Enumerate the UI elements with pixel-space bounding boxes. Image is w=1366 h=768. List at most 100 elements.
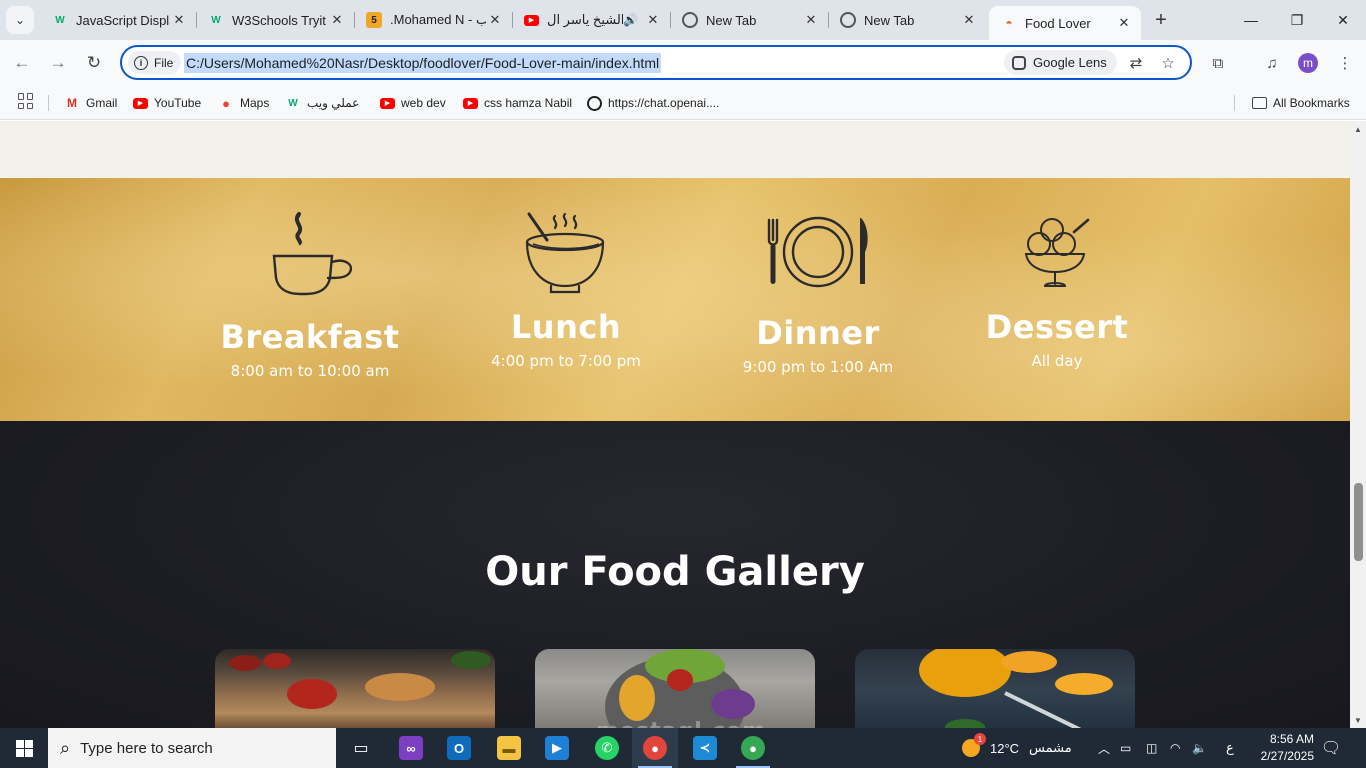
scroll-up-icon[interactable]: ▲ bbox=[1350, 121, 1366, 137]
html5-icon: 5 bbox=[366, 12, 382, 28]
gallery-title: Our Food Gallery bbox=[485, 549, 865, 595]
bookmark-gmail[interactable]: M Gmail bbox=[64, 92, 117, 114]
volume-icon[interactable]: 🔈 bbox=[1192, 728, 1207, 768]
vscode-button[interactable]: ≺ bbox=[682, 728, 728, 768]
browser-tab[interactable]: ▶ الشيخ ياسر ال 🔊 ✕ bbox=[512, 6, 671, 34]
close-icon[interactable]: ✕ bbox=[960, 11, 978, 29]
maps-pin-icon: ● bbox=[222, 95, 230, 111]
bookmark-maps[interactable]: ● Maps bbox=[218, 92, 269, 114]
bookmark-web-dev[interactable]: ▶ web dev bbox=[380, 92, 446, 114]
w3schools-icon: W bbox=[211, 14, 221, 26]
start-button[interactable] bbox=[0, 728, 48, 768]
file-explorer-button[interactable]: ▬ bbox=[486, 728, 532, 768]
meal-breakfast: Breakfast 8:00 am to 10:00 am bbox=[210, 208, 410, 380]
meet-now-icon[interactable]: ◫ bbox=[1146, 728, 1157, 768]
meal-name: Breakfast bbox=[220, 318, 400, 356]
opening-hours-section: Breakfast 8:00 am to 10:00 am Lunch 4:00… bbox=[0, 178, 1350, 421]
new-tab-button[interactable]: + bbox=[1150, 9, 1172, 31]
close-icon[interactable]: ✕ bbox=[486, 11, 504, 29]
chrome-button[interactable]: ● bbox=[730, 728, 776, 768]
scrollbar-thumb[interactable] bbox=[1354, 483, 1363, 561]
minimize-button[interactable]: — bbox=[1228, 0, 1274, 40]
gallery-image-grill[interactable] bbox=[215, 649, 495, 728]
chrome-icon bbox=[840, 12, 856, 28]
folder-icon: ▬ bbox=[497, 736, 521, 760]
browser-tab[interactable]: 5 .Mohamed N - ب ✕ bbox=[354, 6, 513, 34]
meal-time: 8:00 am to 10:00 am bbox=[230, 362, 390, 380]
close-icon[interactable]: ✕ bbox=[644, 11, 662, 29]
site-info-chip[interactable]: i File bbox=[128, 51, 182, 74]
browser-tab[interactable]: W JavaScript Displa ✕ bbox=[40, 6, 197, 34]
forward-button[interactable]: → bbox=[46, 51, 70, 75]
close-icon[interactable]: ✕ bbox=[1115, 14, 1133, 32]
weather-widget[interactable]: 1 12°C مشمس bbox=[962, 728, 1072, 768]
taskbar-clock[interactable]: 8:56 AM 2/27/2025 bbox=[1242, 731, 1314, 765]
info-icon: i bbox=[134, 55, 148, 70]
browser-tab[interactable]: New Tab ✕ bbox=[828, 6, 986, 34]
outlook-button[interactable]: O bbox=[436, 728, 482, 768]
plate-cutlery-icon bbox=[767, 216, 868, 288]
meal-name: Dinner bbox=[756, 314, 880, 352]
media-app-button[interactable]: ▶ bbox=[534, 728, 580, 768]
bookmark-css-hamza[interactable]: ▶ css hamza Nabil bbox=[463, 92, 572, 114]
browser-tab[interactable]: W W3Schools Tryit ✕ bbox=[196, 6, 355, 34]
page-viewport: Breakfast 8:00 am to 10:00 am Lunch 4:00… bbox=[0, 121, 1350, 728]
openai-icon bbox=[587, 95, 602, 111]
chrome-icon: ● bbox=[741, 736, 765, 760]
window-close-button[interactable]: ✕ bbox=[1320, 0, 1366, 40]
bookmark-work[interactable]: W عملي ويب bbox=[285, 92, 359, 114]
back-button[interactable]: ← bbox=[10, 51, 34, 75]
speaker-icon[interactable]: 🔊 bbox=[623, 13, 638, 27]
restore-button[interactable]: ❐ bbox=[1274, 0, 1320, 40]
browser-tab[interactable]: New Tab ✕ bbox=[670, 6, 829, 34]
coffee-cup-icon bbox=[272, 212, 353, 296]
sun-icon: 1 bbox=[962, 733, 986, 757]
chrome-icon bbox=[682, 12, 698, 28]
w3schools-icon: W bbox=[55, 14, 65, 26]
wifi-icon[interactable]: ◠ bbox=[1170, 728, 1180, 768]
notifications-icon[interactable]: 🗨 bbox=[1320, 737, 1342, 759]
translate-icon[interactable]: ⇄ bbox=[1126, 53, 1146, 73]
browser-tab-active[interactable]: ◓ Food Lover ✕ bbox=[989, 6, 1141, 40]
address-bar[interactable]: i File C:/Users/Mohamed%20Nasr/Desktop/f… bbox=[120, 45, 1192, 80]
close-icon[interactable]: ✕ bbox=[802, 11, 820, 29]
whatsapp-button[interactable]: ✆ bbox=[584, 728, 630, 768]
visual-studio-button[interactable]: ∞ bbox=[388, 728, 434, 768]
star-icon[interactable]: ☆ bbox=[1158, 53, 1178, 73]
gallery-image-orange-juice[interactable] bbox=[855, 649, 1135, 728]
close-icon[interactable]: ✕ bbox=[170, 11, 188, 29]
chrome-icon: ● bbox=[643, 736, 667, 760]
taskbar-search[interactable]: ⌕ Type here to search bbox=[48, 728, 336, 768]
chrome-profile-button[interactable]: ● bbox=[632, 728, 678, 768]
scroll-down-icon[interactable]: ▼ bbox=[1350, 712, 1366, 728]
menu-icon[interactable]: ⋮ bbox=[1334, 52, 1356, 74]
tab-strip: ⌄ W JavaScript Displa ✕ W W3Schools Tryi… bbox=[0, 0, 1366, 40]
google-lens-button[interactable]: Google Lens bbox=[1004, 50, 1117, 75]
whatsapp-icon: ✆ bbox=[595, 736, 619, 760]
search-icon: ⌕ bbox=[60, 737, 71, 758]
input-language[interactable]: ع bbox=[1226, 728, 1234, 768]
url-text[interactable]: C:/Users/Mohamed%20Nasr/Desktop/foodlove… bbox=[184, 53, 662, 73]
apps-icon[interactable] bbox=[18, 93, 34, 109]
task-view-button[interactable]: ▭ bbox=[338, 728, 384, 768]
meal-lunch: Lunch 4:00 pm to 7:00 pm bbox=[466, 210, 666, 370]
food-lover-icon: ◓ bbox=[1005, 16, 1013, 30]
show-hidden-icons[interactable]: ︿ bbox=[1098, 728, 1110, 768]
all-bookmarks[interactable]: All Bookmarks bbox=[1252, 92, 1350, 114]
profile-avatar[interactable]: m bbox=[1298, 53, 1318, 73]
media-control-icon[interactable]: ♫ bbox=[1261, 52, 1283, 74]
battery-icon[interactable]: ▭ bbox=[1120, 728, 1131, 768]
task-view-icon: ▭ bbox=[353, 740, 369, 757]
meal-dessert: Dessert All day bbox=[957, 214, 1157, 370]
gallery-image-salad[interactable] bbox=[535, 649, 815, 728]
page-scrollbar[interactable]: ▲ ▼ bbox=[1350, 121, 1366, 728]
tab-search-button[interactable]: ⌄ bbox=[6, 6, 34, 34]
bookmark-youtube[interactable]: ▶ YouTube bbox=[133, 92, 201, 114]
bookmark-chat-openai[interactable]: https://chat.openai.... bbox=[587, 92, 719, 114]
close-icon[interactable]: ✕ bbox=[328, 11, 346, 29]
soup-bowl-icon bbox=[525, 212, 605, 294]
youtube-icon: ▶ bbox=[380, 97, 395, 109]
reload-button[interactable]: ↻ bbox=[82, 51, 106, 75]
bookmarks-bar: M Gmail ▶ YouTube ● Maps W عملي ويب ▶ we… bbox=[0, 86, 1366, 120]
extensions-icon[interactable]: ⧉ bbox=[1207, 52, 1229, 74]
